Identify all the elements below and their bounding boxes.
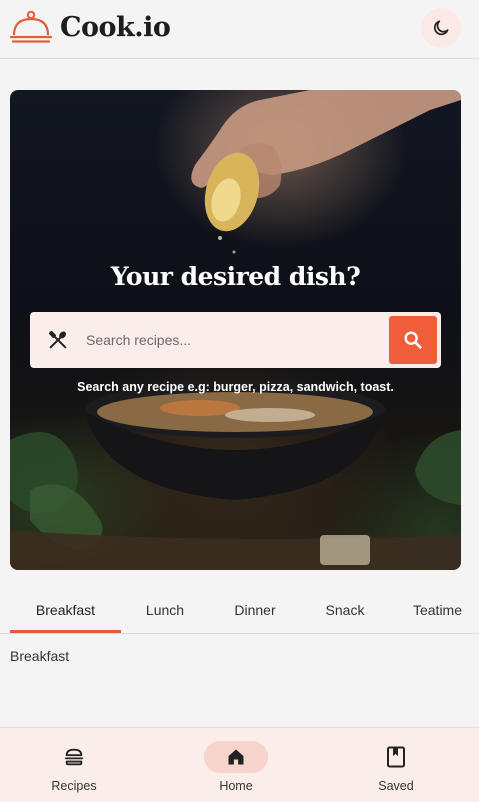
tab-teatime[interactable]: Teatime (396, 586, 479, 633)
tab-dinner[interactable]: Dinner (211, 586, 299, 633)
app-name: Cook.io (60, 11, 171, 43)
home-icon (228, 749, 244, 765)
app-header: Cook.io (0, 0, 479, 59)
bottom-navigation: Recipes Home Saved (0, 727, 479, 802)
tab-snack[interactable]: Snack (301, 586, 389, 633)
burger-icon (64, 748, 84, 766)
search-icon (404, 331, 422, 349)
tab-breakfast[interactable]: Breakfast (10, 586, 121, 633)
meal-tabs: Breakfast Lunch Dinner Snack Teatime (0, 586, 479, 634)
theme-toggle-button[interactable] (421, 8, 461, 48)
bookmark-icon (387, 746, 405, 768)
tab-panel-text: Breakfast (10, 648, 70, 664)
tab-lunch[interactable]: Lunch (121, 586, 209, 633)
nav-label-recipes: Recipes (51, 779, 97, 793)
hero-banner: Your desired dish? Search any recipe e.g… (10, 90, 461, 570)
nav-label-saved: Saved (378, 779, 414, 793)
nav-item-recipes[interactable]: Recipes (14, 728, 134, 802)
search-bar (30, 312, 441, 368)
search-button[interactable] (389, 316, 437, 364)
moon-icon (433, 20, 449, 36)
search-hint: Search any recipe e.g: burger, pizza, sa… (77, 380, 394, 394)
hero-title: Your desired dish? (110, 262, 361, 291)
logo[interactable]: Cook.io (10, 10, 171, 44)
nav-label-home: Home (219, 779, 253, 793)
utensils-icon (48, 330, 67, 349)
search-input[interactable] (86, 320, 389, 360)
active-tab-indicator (10, 630, 121, 633)
cloche-icon (10, 10, 52, 43)
nav-item-home[interactable]: Home (176, 728, 296, 802)
nav-item-saved[interactable]: Saved (336, 728, 456, 802)
